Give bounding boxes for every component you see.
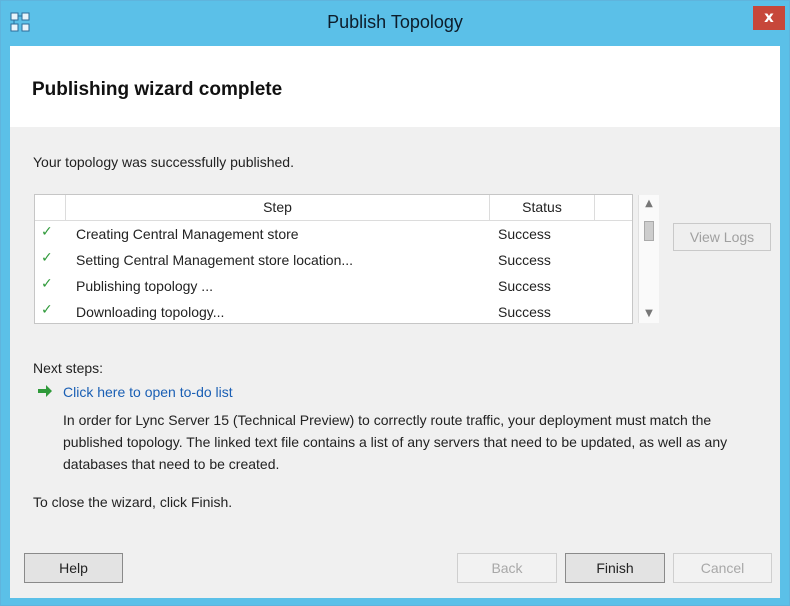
window-title: Publish Topology	[327, 12, 463, 32]
view-logs-button[interactable]: View Logs	[673, 223, 771, 251]
scroll-down-icon[interactable]: ▼	[639, 305, 659, 323]
next-steps-label: Next steps:	[33, 360, 104, 376]
column-header-step[interactable]: Step	[66, 195, 490, 220]
table-row[interactable]: ✓ Creating Central Management store Succ…	[35, 221, 632, 247]
step-status: Success	[498, 226, 551, 242]
table-row[interactable]: ✓ Setting Central Management store locat…	[35, 247, 632, 273]
steps-table[interactable]: Step Status ✓ Creating Central Managemen…	[34, 194, 659, 325]
success-message: Your topology was successfully published…	[33, 154, 294, 170]
help-button[interactable]: Help	[24, 553, 123, 583]
publish-topology-window: Publish Topology x Publishing wizard com…	[0, 0, 790, 606]
next-steps-description: In order for Lync Server 15 (Technical P…	[63, 412, 728, 472]
title-bar[interactable]: Publish Topology x	[1, 1, 789, 45]
table-row[interactable]: ✓ Downloading topology... Success	[35, 299, 632, 325]
checkmark-icon: ✓	[41, 224, 53, 240]
close-instruction: To close the wizard, click Finish.	[33, 494, 233, 510]
wizard-content: Your topology was successfully published…	[10, 127, 780, 598]
page-title: Publishing wizard complete	[32, 79, 283, 100]
wizard-header: Publishing wizard complete	[10, 46, 780, 127]
step-name: Creating Central Management store	[76, 226, 299, 242]
column-header-check[interactable]	[35, 195, 66, 220]
back-button[interactable]: Back	[457, 553, 557, 583]
green-arrow-icon	[38, 385, 52, 397]
step-status: Success	[498, 278, 551, 294]
scroll-up-icon[interactable]: ▲	[639, 195, 659, 213]
step-name: Setting Central Management store locatio…	[76, 252, 354, 268]
checkmark-icon: ✓	[41, 250, 53, 266]
table-header: Step Status	[35, 195, 632, 221]
table-row[interactable]: ✓ Publishing topology ... Success	[35, 273, 632, 299]
step-name: Publishing topology ...	[76, 278, 213, 294]
cancel-button[interactable]: Cancel	[673, 553, 772, 583]
column-header-status[interactable]: Status	[490, 195, 595, 220]
todo-list-link[interactable]: Click here to open to-do list	[63, 384, 233, 400]
checkmark-icon: ✓	[41, 302, 53, 318]
finish-button[interactable]: Finish	[565, 553, 665, 583]
step-name: Downloading topology...	[76, 304, 225, 320]
close-icon[interactable]: x	[753, 6, 785, 30]
scroll-thumb[interactable]	[644, 221, 654, 241]
step-status: Success	[498, 304, 551, 320]
step-status: Success	[498, 252, 551, 268]
vertical-scrollbar[interactable]: ▲ ▼	[638, 195, 659, 323]
checkmark-icon: ✓	[41, 276, 53, 292]
